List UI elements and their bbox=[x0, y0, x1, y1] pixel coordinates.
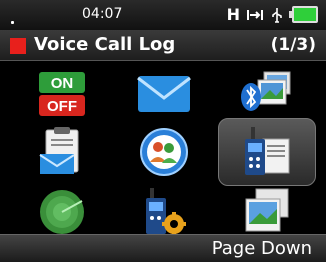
signal-indicator bbox=[11, 21, 14, 24]
menu-item-contacts[interactable] bbox=[116, 124, 212, 180]
page-down-softkey[interactable]: Page Down bbox=[212, 238, 312, 259]
page-indicator: (1/3) bbox=[270, 35, 316, 55]
page-title: Voice Call Log bbox=[34, 34, 176, 55]
menu-item-messages[interactable] bbox=[116, 66, 212, 122]
picture-gallery-icon bbox=[245, 188, 289, 232]
menu-item-pictures[interactable] bbox=[218, 184, 314, 240]
status-time: 04:07 bbox=[82, 6, 123, 22]
softkey-bar: Page Down bbox=[0, 234, 326, 262]
menu-item-radio-settings[interactable] bbox=[116, 184, 212, 240]
menu-grid: ON OFF bbox=[0, 60, 326, 236]
on-off-icon: ON OFF bbox=[39, 72, 85, 116]
menu-item-radio-documents[interactable] bbox=[218, 118, 316, 186]
clipboard-mail-icon bbox=[39, 127, 79, 174]
on-label: ON bbox=[51, 75, 74, 92]
radar-icon bbox=[40, 190, 84, 234]
data-transfer-icon bbox=[247, 9, 263, 20]
menu-item-radar[interactable] bbox=[14, 184, 110, 240]
menu-item-clipboard-messages[interactable] bbox=[14, 124, 110, 180]
usb-icon bbox=[272, 7, 282, 23]
device-screen: 04:07 H Voice Call Log (1/3) ON OFF Page… bbox=[0, 0, 326, 262]
title-marker-icon bbox=[10, 38, 26, 54]
off-label: OFF bbox=[47, 98, 77, 115]
menu-item-bluetooth-files[interactable] bbox=[218, 66, 314, 122]
title-bar: Voice Call Log (1/3) bbox=[0, 30, 326, 61]
network-mode-indicator: H bbox=[226, 5, 240, 24]
radio-settings-icon bbox=[146, 188, 186, 236]
contacts-group-icon bbox=[140, 128, 188, 176]
status-bar: 04:07 H bbox=[0, 0, 326, 30]
status-icons: H bbox=[227, 5, 318, 24]
bluetooth-picture-icon bbox=[241, 71, 291, 111]
menu-item-on-off[interactable]: ON OFF bbox=[14, 66, 110, 122]
battery-icon bbox=[289, 6, 318, 23]
radio-document-icon bbox=[245, 127, 290, 175]
mail-icon bbox=[137, 76, 191, 112]
